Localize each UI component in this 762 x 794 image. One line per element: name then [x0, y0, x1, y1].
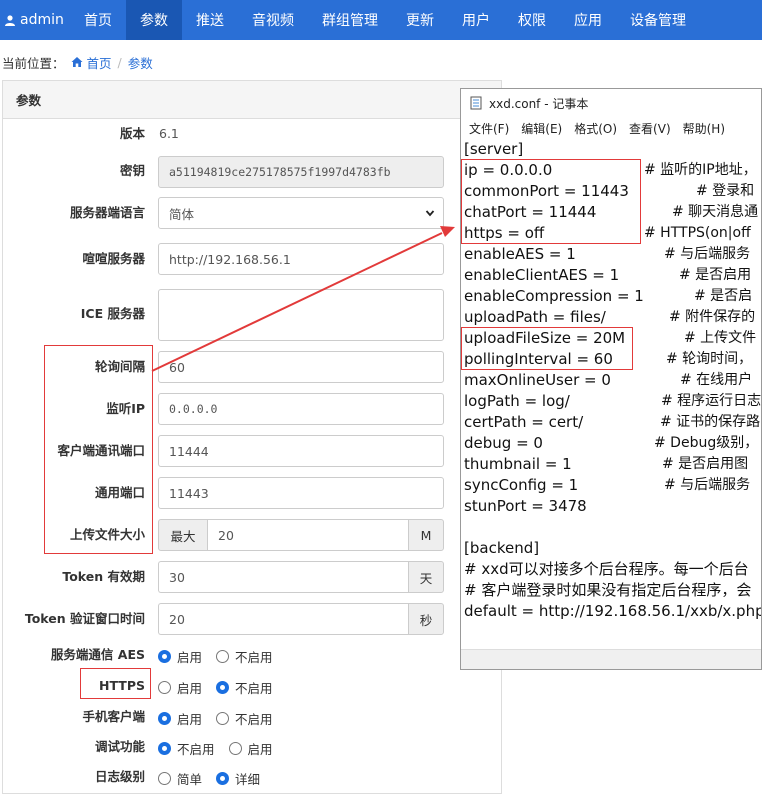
arrow-overlay: [151, 226, 455, 372]
arrow-head-icon: [440, 226, 455, 237]
arrow-line: [151, 232, 443, 372]
